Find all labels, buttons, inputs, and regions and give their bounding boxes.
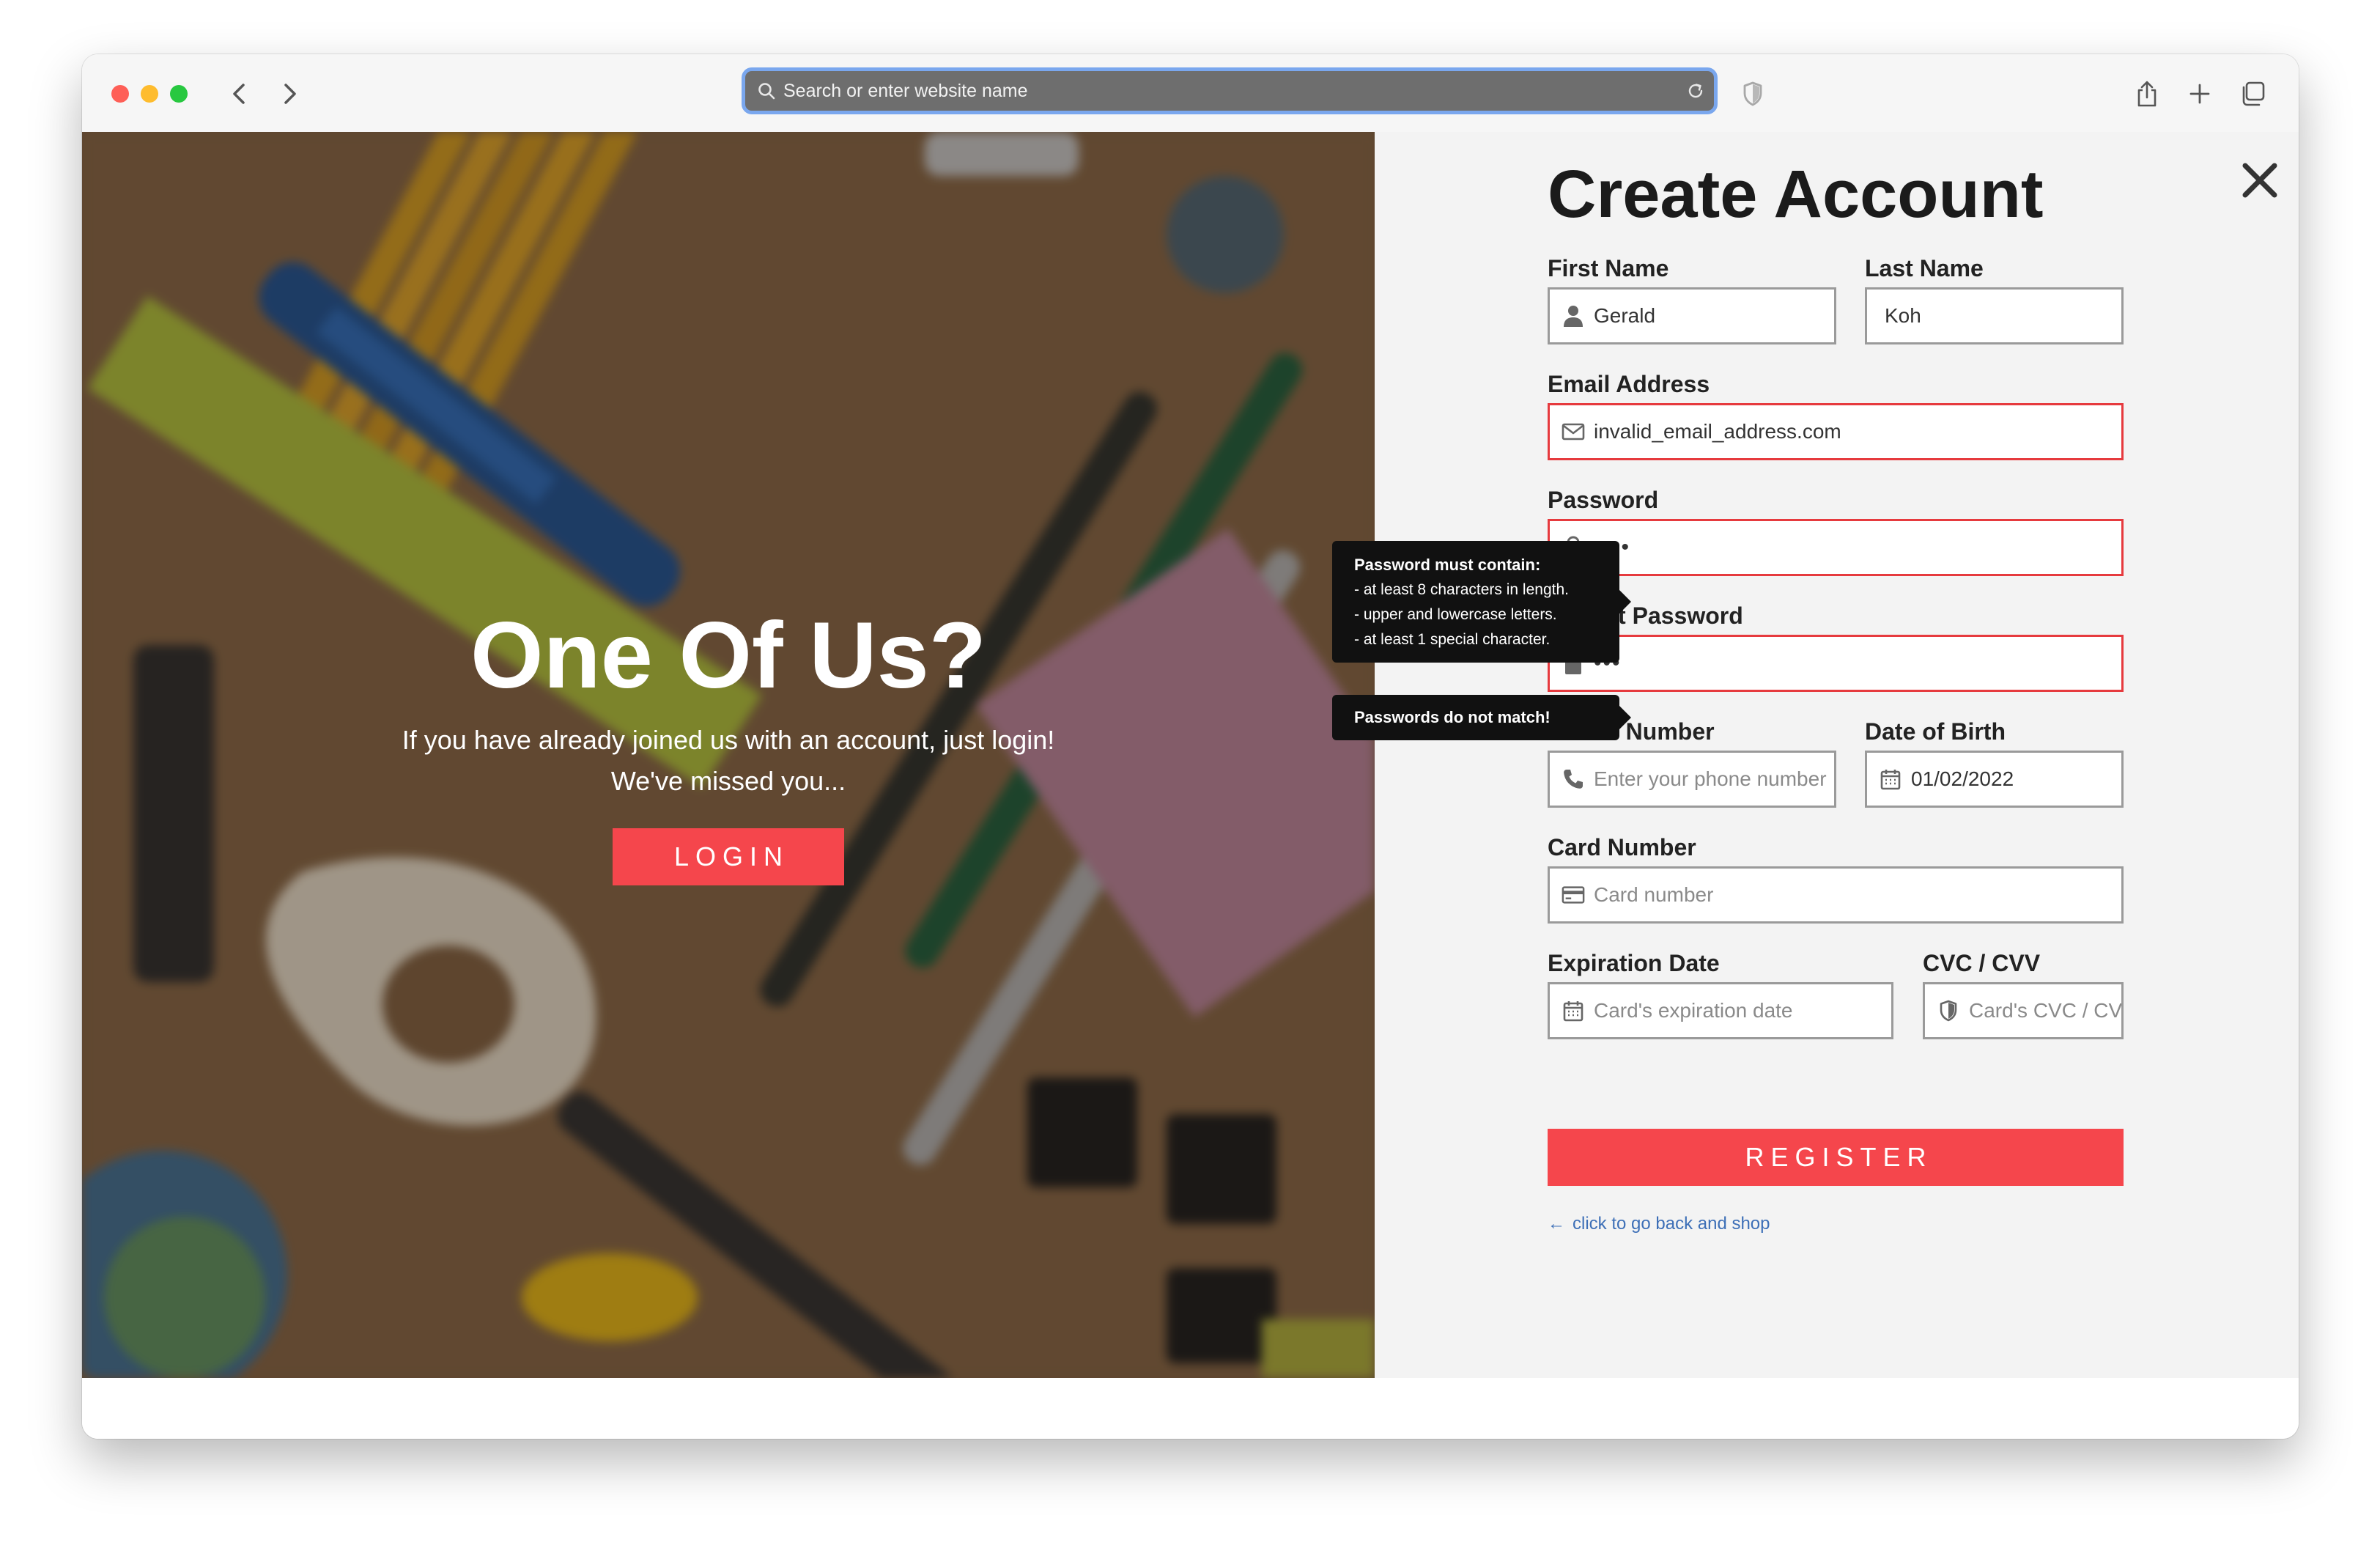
hero-content: One Of Us? If you have already joined us… (82, 608, 1375, 885)
dob-field[interactable] (1865, 751, 2124, 808)
chevron-right-icon (284, 84, 296, 104)
card-number-field[interactable] (1548, 866, 2124, 924)
phone-field[interactable] (1548, 751, 1836, 808)
back-to-shop-link[interactable]: ← click to go back and shop (1548, 1214, 1770, 1234)
card-number-input[interactable] (1594, 883, 2121, 907)
close-window-button[interactable] (111, 85, 129, 103)
browser-window: One Of Us? If you have already joined us… (82, 54, 2299, 1439)
calendar-icon (1879, 768, 1902, 790)
first-name-label: First Name (1548, 255, 1669, 281)
email-input[interactable] (1594, 420, 2121, 443)
forward-button[interactable] (273, 76, 308, 111)
close-button[interactable] (2238, 158, 2282, 202)
card-number-label: Card Number (1548, 834, 1696, 860)
password-requirements-tooltip: Password must contain: - at least 8 char… (1332, 541, 1631, 663)
email-label: Email Address (1548, 371, 1710, 397)
envelope-icon (1562, 423, 1585, 441)
last-name-field[interactable] (1865, 287, 2124, 344)
login-hero: One Of Us? If you have already joined us… (82, 132, 1375, 1378)
cvc-label: CVC / CVV (1923, 950, 2041, 976)
first-name-field[interactable] (1548, 287, 1836, 344)
password-label: Password (1548, 487, 1659, 513)
last-name-label: Last Name (1865, 255, 1984, 281)
cvc-field[interactable] (1923, 982, 2124, 1039)
password-mismatch-tooltip: Passwords do not match! (1332, 695, 1631, 740)
repeat-password-input[interactable] (1594, 651, 2121, 676)
email-field[interactable] (1548, 403, 2124, 460)
cvc-input[interactable] (1969, 999, 2121, 1022)
login-button[interactable]: LOGIN (613, 828, 844, 885)
address-bar[interactable] (742, 67, 1718, 114)
dob-input[interactable] (1911, 767, 2121, 791)
reload-icon[interactable] (1686, 81, 1705, 100)
password-rule: - at least 1 special character. (1354, 631, 1551, 648)
password-field[interactable] (1548, 519, 2124, 576)
tab-overview-icon[interactable] (2235, 76, 2270, 111)
form-title: Create Account (1548, 157, 2044, 232)
back-button[interactable] (221, 76, 256, 111)
register-button[interactable]: REGISTER (1548, 1129, 2124, 1186)
search-icon (757, 81, 776, 100)
user-icon (1562, 305, 1585, 327)
phone-icon (1562, 768, 1585, 790)
hero-line-1: If you have already joined us with an ac… (402, 725, 1055, 755)
zoom-window-button[interactable] (170, 85, 188, 103)
create-account-panel: Create Account First Name Last Name Emai… (1375, 132, 2299, 1378)
share-icon[interactable] (2129, 76, 2165, 111)
expiration-label: Expiration Date (1548, 950, 1720, 976)
page-footer (82, 1378, 2299, 1439)
chevron-left-icon (233, 84, 245, 104)
expiration-field[interactable] (1548, 982, 1893, 1039)
expiration-input[interactable] (1594, 999, 1891, 1022)
password-rule: - at least 8 characters in length. (1354, 581, 1569, 598)
password-tooltip-title: Password must contain: (1354, 556, 1541, 574)
shield-icon (1937, 1000, 1960, 1022)
new-tab-icon[interactable] (2182, 76, 2217, 111)
hero-line-2: We've missed you... (610, 766, 846, 796)
close-icon (2242, 163, 2277, 198)
password-input[interactable] (1594, 535, 2121, 560)
arrow-left-icon: ← (1548, 1214, 1565, 1234)
password-rule: - upper and lowercase letters. (1354, 606, 1557, 623)
first-name-input[interactable] (1594, 304, 1834, 328)
address-input[interactable] (783, 80, 1686, 102)
calendar-icon (1562, 1000, 1585, 1022)
dob-label: Date of Birth (1865, 718, 2006, 745)
credit-card-icon (1562, 885, 1585, 904)
back-to-shop-text: click to go back and shop (1572, 1214, 1770, 1234)
phone-input[interactable] (1594, 767, 1834, 791)
hero-title: One Of Us? (470, 603, 987, 708)
minimize-window-button[interactable] (141, 85, 158, 103)
browser-toolbar (82, 54, 2299, 133)
last-name-input[interactable] (1885, 304, 2121, 328)
repeat-password-field[interactable] (1548, 635, 2124, 692)
hero-message: If you have already joined us with an ac… (82, 720, 1375, 802)
privacy-shield-icon[interactable] (1735, 76, 1770, 111)
